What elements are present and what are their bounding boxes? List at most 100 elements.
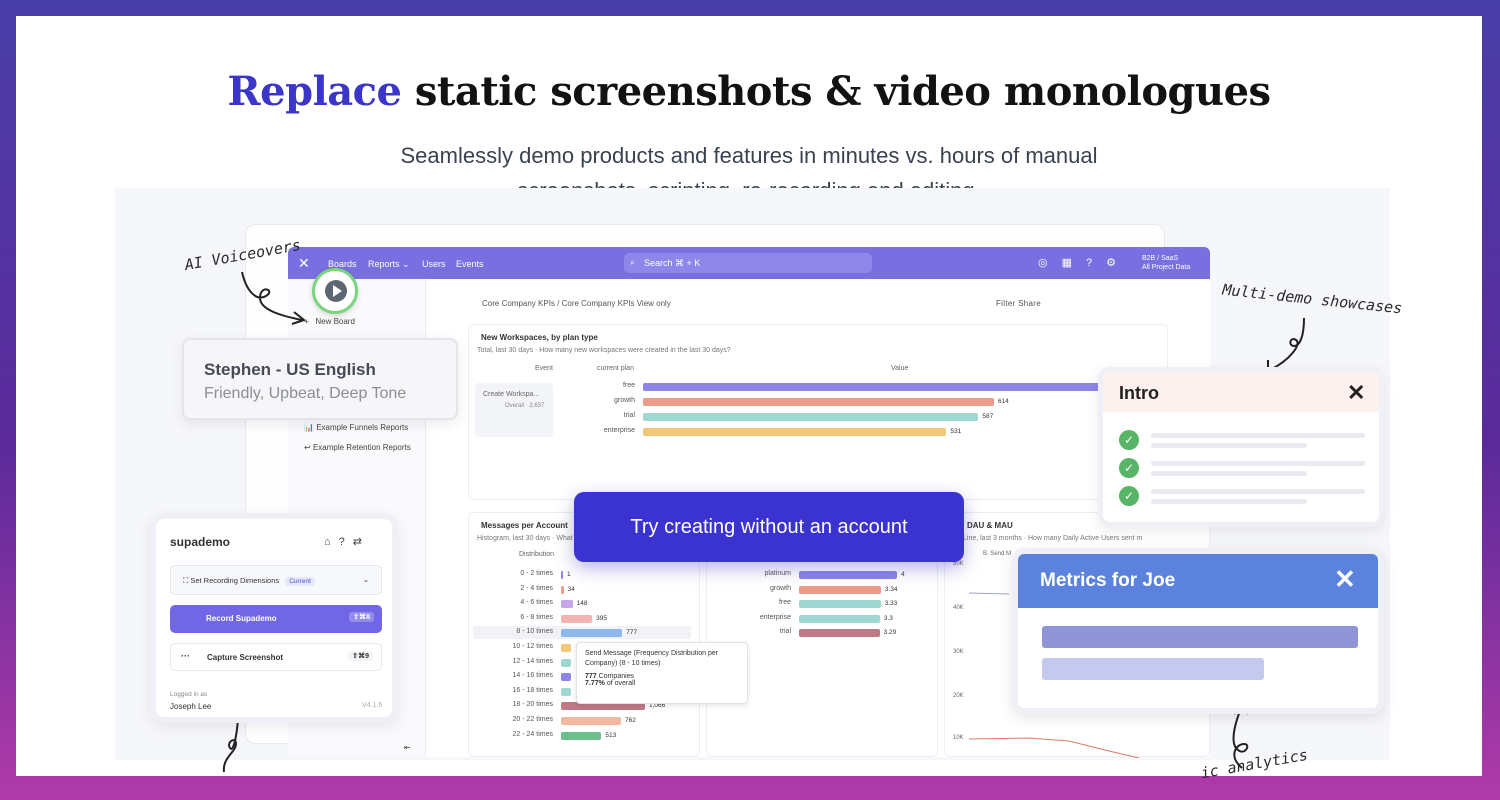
- ytick: 20K: [953, 693, 964, 699]
- search-input[interactable]: ⌕ Search ⌘ + K: [624, 253, 872, 273]
- close-icon[interactable]: ✕: [1347, 380, 1365, 406]
- bar: [643, 383, 1163, 391]
- capture-shortcut: ⇧⌘9: [348, 651, 373, 661]
- arrow-voiceovers-icon: [241, 271, 307, 325]
- try-without-account-button[interactable]: Try creating without an account: [574, 492, 964, 562]
- card-subtitle: Total, last 30 days · How many new works…: [477, 347, 731, 354]
- step-line: [1151, 499, 1307, 504]
- toolbar-icons[interactable]: ◎▦?⚙: [1038, 256, 1130, 269]
- bar: [799, 600, 881, 609]
- bar-value: 3.34: [884, 585, 898, 593]
- bar: [561, 658, 571, 667]
- col-distribution: Distribution: [519, 551, 555, 558]
- bar-label: trial: [623, 412, 635, 419]
- bar-value: 762: [625, 717, 636, 724]
- bar: [561, 629, 623, 638]
- bar-label: platinum: [764, 570, 791, 577]
- capture-label: Capture Screenshot: [207, 653, 284, 662]
- bar: [561, 687, 571, 696]
- close-icon[interactable]: ✕: [1334, 564, 1356, 595]
- bar-label: 8 - 10 times: [516, 628, 553, 636]
- intro-showcase-card: Intro ✕ ✓ ✓ ✓: [1098, 367, 1384, 527]
- nav-users[interactable]: Users: [422, 259, 446, 269]
- project-scope: All Project Data: [1142, 264, 1191, 271]
- intro-title: Intro: [1119, 383, 1159, 403]
- tooltip-percent-value: 7.77%: [585, 680, 605, 687]
- tooltip-count-value: 777: [585, 673, 597, 680]
- capture-screenshot-button[interactable]: ··· Capture Screenshot ⇧⌘9: [170, 643, 382, 671]
- step-line: [1151, 489, 1365, 494]
- logged-in-label: Logged in as: [170, 691, 208, 698]
- new-board-label: New Board: [315, 317, 355, 326]
- sidebar-item-funnels[interactable]: 📊 Example Funnels Reports: [304, 423, 408, 432]
- tooltip-count-label: Companies: [598, 673, 635, 680]
- project-name: B2B / SaaS: [1142, 255, 1179, 262]
- record-shortcut: ⇧⌘8: [349, 612, 374, 622]
- bar-tooltip: Send Message (Frequency Distribution per…: [576, 642, 748, 704]
- ext-toolbar-icons[interactable]: ⌂?⇄: [324, 535, 370, 548]
- nav-reports[interactable]: Reports ⌄: [368, 259, 410, 270]
- page-headline: Replace static screenshots & video monol…: [16, 68, 1482, 115]
- step-line: [1151, 471, 1307, 476]
- col-plan: current plan: [597, 365, 634, 372]
- bar-label: 0 - 2 times: [520, 570, 553, 577]
- bar: [643, 413, 979, 421]
- bar: [561, 731, 602, 740]
- bar-label: 4 - 6 times: [520, 599, 553, 607]
- sidebar-item-label: Example Funnels Reports: [316, 423, 409, 432]
- chevron-down-icon: ⌄: [362, 575, 369, 584]
- bar-label: 12 - 14 times: [512, 657, 553, 665]
- bar: [799, 629, 880, 638]
- check-icon: ✓: [1119, 486, 1139, 506]
- tooltip-title: Send Message (Frequency Distribution per…: [585, 650, 719, 667]
- app-topbar: ✕ Boards Reports ⌄ Users Events ⌕ Search…: [288, 247, 1210, 279]
- col-value: Value: [891, 365, 909, 372]
- voice-description: Friendly, Upbeat, Deep Tone: [204, 385, 407, 402]
- record-label: Record Supademo: [206, 614, 277, 623]
- bar-label: 2 - 4 times: [520, 584, 553, 592]
- card-title: Messages per Account: [481, 521, 568, 530]
- board-actions[interactable]: Filter Share: [996, 299, 1041, 308]
- metric-bar: [1042, 626, 1358, 648]
- bar: [799, 571, 897, 579]
- play-icon: [325, 280, 347, 302]
- bar-value: 148: [576, 600, 588, 608]
- card-subtitle: Histogram, last 30 days · What: [477, 535, 573, 542]
- voice-card[interactable]: Stephen - US English Friendly, Upbeat, D…: [182, 338, 458, 420]
- bar-value: 587: [982, 413, 994, 420]
- nav-events[interactable]: Events: [456, 259, 484, 269]
- bar-value: 3.33: [884, 600, 898, 608]
- record-supademo-button[interactable]: Record Supademo ⇧⌘8: [170, 605, 382, 633]
- bar-label: 22 - 24 times: [512, 730, 553, 738]
- bar-label: 14 - 16 times: [512, 672, 553, 680]
- bar-value: 531: [950, 428, 962, 435]
- bar-label: 6 - 8 times: [520, 613, 553, 621]
- recording-dimensions-select[interactable]: ⛶ Set Recording Dimensions Current ⌄: [170, 565, 382, 595]
- dau-series-line: [969, 592, 1010, 595]
- bar-label: enterprise: [603, 427, 635, 434]
- version-label: V4.1.5: [362, 702, 383, 709]
- breadcrumb[interactable]: Core Company KPIs / Core Company KPIs Vi…: [482, 299, 671, 308]
- extension-panel: supademo ⌂?⇄ ⛶ Set Recording Dimensions …: [150, 513, 398, 723]
- metrics-title: Metrics for Joe: [1040, 570, 1176, 591]
- bar: [561, 571, 563, 579]
- step-line: [1151, 433, 1365, 438]
- mau-series-line: [969, 737, 1140, 758]
- ext-brand: supademo: [170, 535, 231, 549]
- bar: [561, 644, 571, 652]
- ytick: 40K: [953, 605, 964, 611]
- ytick: 10K: [953, 735, 964, 741]
- ytick: 30K: [953, 649, 964, 655]
- collapse-sidebar-icon[interactable]: ⇤: [404, 743, 411, 752]
- play-button[interactable]: [312, 268, 358, 314]
- metric-bar: [1042, 658, 1264, 680]
- bar-label: 20 - 22 times: [512, 716, 553, 723]
- sidebar-item-retention[interactable]: ↩ Example Retention Reports: [304, 443, 411, 452]
- project-selector[interactable]: B2B / SaaS All Project Data: [1142, 254, 1190, 272]
- search-icon: ⌕: [630, 257, 636, 267]
- bar-label: growth: [769, 584, 791, 592]
- bar-label: trial: [779, 628, 791, 636]
- bar-value: 395: [596, 614, 607, 622]
- bar-value: 614: [997, 398, 1009, 405]
- search-placeholder: Search ⌘ + K: [644, 258, 701, 268]
